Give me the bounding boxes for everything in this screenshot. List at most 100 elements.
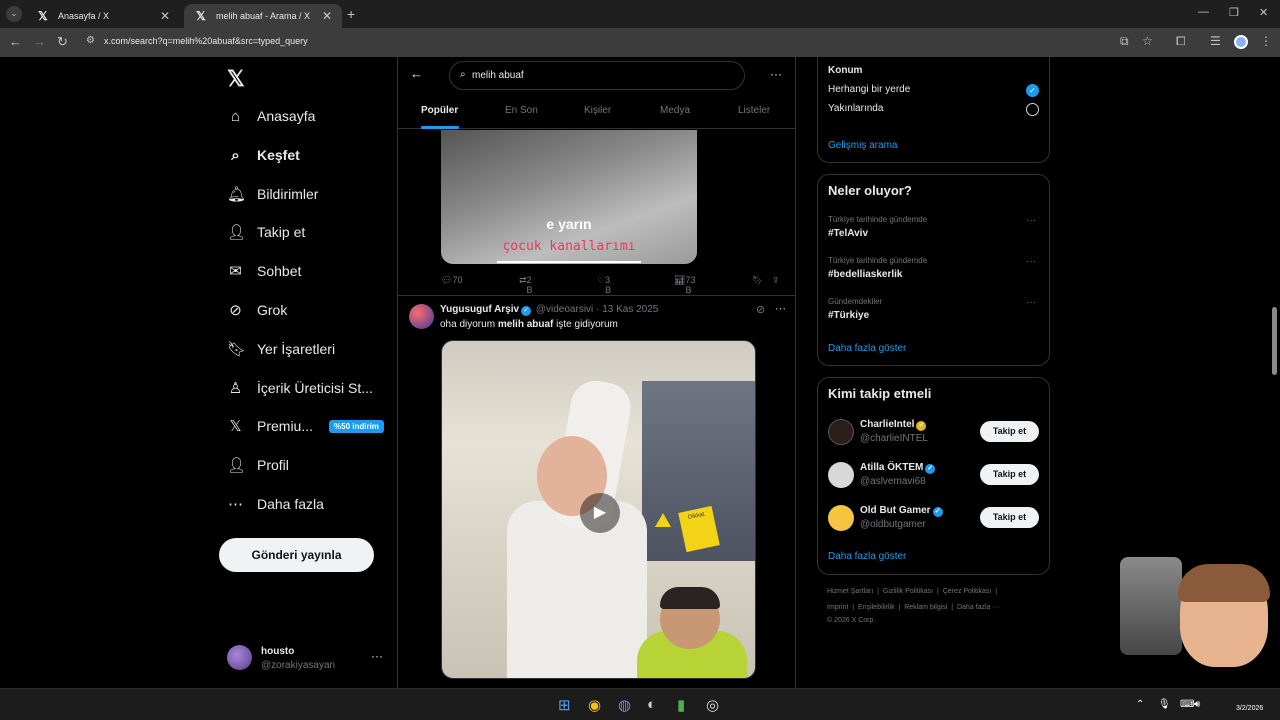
tweet-date[interactable]: 13 Kas 2025	[602, 304, 658, 315]
sidebar-item-explore[interactable]: ⌕ Keşfet	[227, 140, 300, 170]
tray-chevron-icon[interactable]: ⌃	[1136, 699, 1144, 710]
tweet-video[interactable]: Dikkat ▶	[441, 340, 756, 679]
like-icon[interactable]: ♡ 3 B	[597, 275, 611, 295]
footer-link[interactable]: Çerez Politikası	[943, 588, 992, 595]
sidebar-item-notifications[interactable]: 🔔︎ Bildirimler	[227, 179, 318, 209]
back-arrow-icon[interactable]: ←	[410, 66, 423, 81]
footer-link[interactable]: Reklam bilgisi	[904, 604, 947, 611]
trend-tag[interactable]: #TelAviv	[828, 228, 868, 239]
footer-link[interactable]: Gizlilik Politikası	[883, 588, 933, 595]
extensions-icon[interactable]: ⧠	[1176, 34, 1186, 49]
back-icon[interactable]: ←	[9, 34, 22, 49]
location-option-anywhere[interactable]: Herhangi bir yerde	[828, 84, 910, 95]
network-icon[interactable]: ⌨	[1180, 699, 1194, 710]
steam-icon[interactable]: ◐	[647, 696, 656, 713]
windows-start-icon[interactable]: ⊞	[558, 696, 571, 714]
minimize-icon[interactable]: —	[1198, 6, 1209, 18]
location-option-nearby[interactable]: Yakınlarında	[828, 103, 883, 114]
cast-icon[interactable]: ⧉	[1120, 34, 1129, 49]
footer-link[interactable]: Erişilebilirlik	[858, 604, 895, 611]
bookmark-icon[interactable]: 🔖︎	[752, 275, 763, 286]
chrome-icon[interactable]: ◉	[588, 696, 601, 714]
tweet-media-video[interactable]: e yarın çocuk kanallarımı	[441, 130, 697, 264]
sidebar-item-home[interactable]: ⌂ Anasayfa	[227, 101, 315, 131]
new-tab-button[interactable]: +	[347, 6, 355, 22]
tab-close-icon[interactable]: ✕	[322, 4, 332, 28]
follow-button[interactable]: Takip et	[980, 507, 1039, 528]
browser-tab-search[interactable]: 𝕏 melih abuaf - Arama / X ✕	[184, 4, 342, 28]
share-icon[interactable]: ⇪	[772, 275, 780, 286]
discord-icon[interactable]: ◍	[618, 696, 631, 714]
follow-account-name[interactable]: CharlieIntel ✓	[860, 419, 927, 431]
sidebar-item-premium[interactable]: 𝕏 Premiu... %50 indirim	[227, 411, 384, 441]
account-more-icon[interactable]: ···	[371, 649, 383, 663]
maximize-icon[interactable]: ❐	[1229, 6, 1239, 19]
search-more-icon[interactable]: ···	[770, 67, 782, 81]
sidebar-item-bookmarks[interactable]: 🔖︎ Yer İşaretleri	[227, 334, 335, 364]
footer-link[interactable]: Hizmet Şartları	[827, 588, 873, 595]
address-bar[interactable]: x.com/search?q=melih%20abuaf&src=typed_q…	[104, 36, 308, 46]
tab-lists[interactable]: Listeler	[738, 105, 770, 116]
bookmark-star-icon[interactable]: ☆	[1142, 34, 1153, 48]
sidebar-item-creator-studio[interactable]: ♙ İçerik Üreticisi St...	[227, 373, 373, 403]
repost-icon[interactable]: ⇄ 2 B	[519, 275, 533, 295]
trends-show-more-link[interactable]: Daha fazla göster	[828, 343, 906, 354]
close-window-icon[interactable]: ✕	[1259, 6, 1268, 19]
menu-dots-icon[interactable]: ⋮	[1260, 34, 1272, 48]
browser-profile-avatar[interactable]	[1234, 35, 1248, 49]
trend-tag[interactable]: #bedelliaskerlik	[828, 269, 903, 280]
trend-more-icon[interactable]: ···	[1026, 215, 1036, 226]
tweet-handle[interactable]: @videoarsivi	[536, 304, 593, 315]
sidebar-item-messages[interactable]: ✉ Sohbet	[227, 256, 301, 286]
app-icon[interactable]: ▮	[677, 696, 685, 714]
advanced-search-link[interactable]: Gelişmiş arama	[828, 140, 897, 151]
footer-link[interactable]: Daha fazla ···	[957, 604, 999, 611]
sidebar-item-follow[interactable]: 👤︎ Takip et	[227, 217, 305, 247]
tab-people[interactable]: Kişiler	[584, 105, 611, 116]
avatar[interactable]	[409, 304, 434, 329]
reload-icon[interactable]: ↻	[57, 34, 68, 50]
tab-media[interactable]: Medya	[660, 105, 690, 116]
avatar[interactable]	[828, 462, 854, 488]
tab-search-button[interactable]: ⌄	[6, 6, 22, 22]
tab-popular[interactable]: Popüler	[421, 105, 458, 116]
follow-button[interactable]: Takip et	[980, 464, 1039, 485]
taskbar-date[interactable]: 3/2/2026	[1236, 705, 1263, 712]
trend-tag[interactable]: #Türkiye	[828, 310, 869, 321]
follow-show-more-link[interactable]: Daha fazla göster	[828, 551, 906, 562]
tweet-author[interactable]: Yugusuguf Arşiv	[440, 304, 519, 315]
grok-explain-icon[interactable]: ⊘	[756, 303, 765, 316]
radio-nearby[interactable]	[1026, 103, 1039, 116]
forward-icon[interactable]: →	[33, 34, 46, 49]
x-logo-icon[interactable]: 𝕏	[227, 66, 245, 92]
scrollbar[interactable]	[1272, 307, 1277, 375]
browser-tab-home[interactable]: 𝕏 Anasayfa / X ✕	[26, 4, 180, 28]
avatar[interactable]	[227, 645, 252, 670]
microphone-icon[interactable]: 🎙︎	[1158, 699, 1171, 710]
tab-latest[interactable]: En Son	[505, 105, 538, 116]
sidebar-item-more[interactable]: ⋯ Daha fazla	[227, 489, 324, 519]
obs-icon[interactable]: ◎	[706, 696, 719, 714]
search-input[interactable]: ⌕ melih abuaf	[449, 61, 745, 90]
views-icon[interactable]: 📊︎ 73 B	[674, 275, 695, 295]
follow-account-name[interactable]: Old But Gamer ✓	[860, 505, 943, 517]
volume-icon[interactable]: 🔊︎	[1194, 699, 1200, 710]
sidebar-item-profile[interactable]: 👤︎ Profil	[227, 450, 289, 480]
follow-account-name[interactable]: Atilla ÖKTEM ✓	[860, 462, 936, 474]
follow-button[interactable]: Takip et	[980, 421, 1039, 442]
reply-icon[interactable]: 💬︎ 70	[441, 275, 462, 286]
trend-more-icon[interactable]: ···	[1026, 297, 1036, 308]
post-button[interactable]: Gönderi yayınla	[219, 538, 374, 572]
separator-dot: ·	[596, 304, 600, 315]
radio-anywhere[interactable]: ✓	[1026, 84, 1039, 97]
play-icon[interactable]: ▶	[580, 493, 620, 533]
tweet-more-icon[interactable]: ···	[775, 303, 786, 315]
reading-list-icon[interactable]: ☰	[1210, 34, 1221, 48]
footer-link[interactable]: Imprint	[827, 604, 848, 611]
avatar[interactable]	[828, 419, 854, 445]
tab-close-icon[interactable]: ✕	[160, 4, 170, 28]
avatar[interactable]	[828, 505, 854, 531]
site-info-icon[interactable]: ⚙	[86, 35, 95, 46]
sidebar-item-grok[interactable]: ⊘ Grok	[227, 295, 287, 325]
trend-more-icon[interactable]: ···	[1026, 256, 1036, 267]
